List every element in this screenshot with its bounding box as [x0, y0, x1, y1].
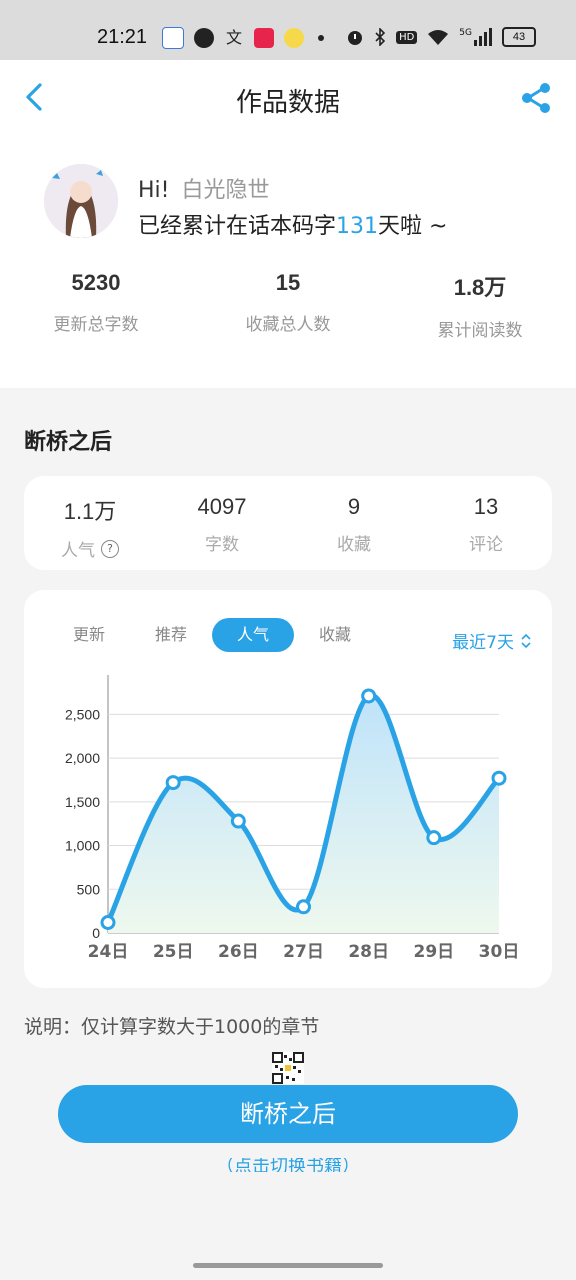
bluetooth-icon — [375, 28, 386, 46]
qr-code-icon — [272, 1052, 304, 1084]
data-point[interactable] — [165, 775, 181, 791]
share-icon[interactable] — [520, 82, 552, 114]
y-tick-label: 1,500 — [65, 794, 100, 810]
stat-total-favorites: 15 收藏总人数 — [192, 270, 384, 341]
chart-area — [108, 695, 499, 933]
data-point[interactable] — [361, 688, 377, 704]
greeting-text: Hi! — [138, 178, 170, 203]
x-tick-label: 29日 — [413, 942, 454, 962]
stat-value: 13 — [473, 494, 499, 519]
stat-label: 收藏 — [337, 535, 371, 555]
shopping-app-icon — [254, 28, 274, 48]
avatar[interactable] — [44, 164, 118, 238]
data-point[interactable] — [230, 813, 246, 829]
stat-label: 更新总字数 — [53, 315, 139, 335]
chart-card: 0 500 1,000 1,500 2,000 2,500 24日 25日 26日 27日 28日… — [24, 590, 552, 988]
stat-value: 9 — [347, 494, 361, 519]
stat-label: 评论 — [469, 535, 503, 555]
x-tick-label: 26日 — [218, 942, 259, 962]
tab-recommend[interactable]: 推荐 — [130, 618, 212, 652]
wechat-icon — [194, 28, 214, 48]
y-tick-label: 0 — [92, 925, 100, 941]
stat-value: 1.1万 — [63, 499, 117, 524]
stat-label: 收藏总人数 — [245, 315, 331, 335]
status-bar: 21:21 文 HD 5G 43 — [0, 0, 576, 60]
book-stats-card: 1.1万 人气? 4097 字数 9 收藏 13 评论 — [24, 476, 552, 570]
stat-total-words: 5230 更新总字数 — [0, 270, 192, 341]
avatar-illustration — [44, 164, 118, 238]
stat-value: 1.8万 — [453, 275, 507, 300]
author-stats: 5230 更新总字数 15 收藏总人数 1.8万 累计阅读数 — [0, 270, 576, 341]
stat-value: 4097 — [197, 494, 247, 519]
writing-days-line: 已经累计在话本码字131天啦 ~ — [138, 208, 447, 240]
switch-book-link[interactable]: （点击切换书籍） — [0, 1158, 576, 1172]
notification-icons: 文 — [162, 27, 324, 49]
greeting-line: Hi! 白光隐世 — [138, 172, 270, 204]
author-name: 白光隐世 — [181, 178, 270, 203]
network-type: 5G — [459, 28, 472, 38]
stat-label: 字数 — [205, 535, 239, 555]
wifi-icon — [428, 30, 449, 45]
chart-note: 说明：仅计算字数大于1000的章节 — [24, 1016, 320, 1038]
home-indicator[interactable] — [193, 1263, 383, 1268]
x-tick-label: 28日 — [348, 942, 389, 962]
signal-icon: 5G — [459, 28, 492, 46]
status-time: 21:21 — [97, 26, 148, 48]
book-stat-popularity: 1.1万 人气? — [24, 476, 156, 570]
alarm-icon — [348, 31, 363, 45]
range-selector[interactable]: 最近7天 — [452, 628, 532, 653]
tab-favorites[interactable]: 收藏 — [294, 618, 376, 652]
data-point[interactable] — [100, 915, 116, 931]
days-prefix: 已经累计在话本码字 — [138, 214, 337, 239]
hd-icon: HD — [396, 30, 418, 44]
status-indicators: HD 5G 43 — [346, 27, 536, 47]
data-point[interactable] — [491, 770, 507, 786]
book-stat-words: 4097 字数 — [156, 476, 288, 570]
chart-tabs: 更新 推荐 人气 收藏 — [48, 618, 376, 652]
x-tick-label: 30日 — [479, 942, 520, 962]
days-suffix: 天啦 ~ — [378, 214, 448, 239]
x-tick-label: 27日 — [283, 942, 324, 962]
x-tick-label: 24日 — [88, 942, 129, 962]
book-stat-favorites: 9 收藏 — [288, 476, 420, 570]
y-tick-label: 2,500 — [65, 706, 100, 722]
days-count: 131 — [336, 214, 379, 239]
translate-icon: 文 — [224, 28, 244, 48]
stat-label: 人气 — [61, 541, 95, 561]
updown-chevron-icon — [521, 633, 531, 648]
help-icon[interactable]: ? — [101, 539, 119, 558]
stat-label: 累计阅读数 — [437, 321, 523, 341]
battery-icon: 43 — [502, 27, 536, 47]
app-header: 作品数据 — [0, 60, 576, 132]
book-title: 断桥之后 — [24, 430, 113, 455]
tab-popularity[interactable]: 人气 — [212, 618, 294, 652]
stat-value: 15 — [275, 270, 301, 295]
y-tick-label: 500 — [77, 881, 101, 897]
profile-card: Hi! 白光隐世 已经累计在话本码字131天啦 ~ 5230 更新总字数 15 收… — [0, 132, 576, 388]
data-point[interactable] — [296, 899, 311, 915]
tab-update[interactable]: 更新 — [48, 618, 130, 652]
switch-book-text: （点击切换书籍） — [216, 1158, 360, 1172]
bulb-app-icon — [284, 28, 304, 48]
stat-total-reads: 1.8万 累计阅读数 — [384, 270, 576, 341]
data-point[interactable] — [426, 830, 442, 846]
y-tick-label: 1,000 — [65, 838, 100, 854]
stat-label-row: 人气? — [24, 536, 156, 561]
book-switch-button[interactable]: 断桥之后 — [58, 1085, 518, 1143]
stat-value: 5230 — [71, 270, 121, 295]
range-label: 最近7天 — [452, 633, 514, 653]
book-stat-comments: 13 评论 — [420, 476, 552, 570]
baidu-icon — [162, 27, 184, 49]
page-title: 作品数据 — [235, 88, 340, 118]
more-notifications-dot — [318, 35, 324, 41]
x-tick-label: 25日 — [153, 942, 194, 962]
y-tick-label: 2,000 — [65, 750, 100, 766]
